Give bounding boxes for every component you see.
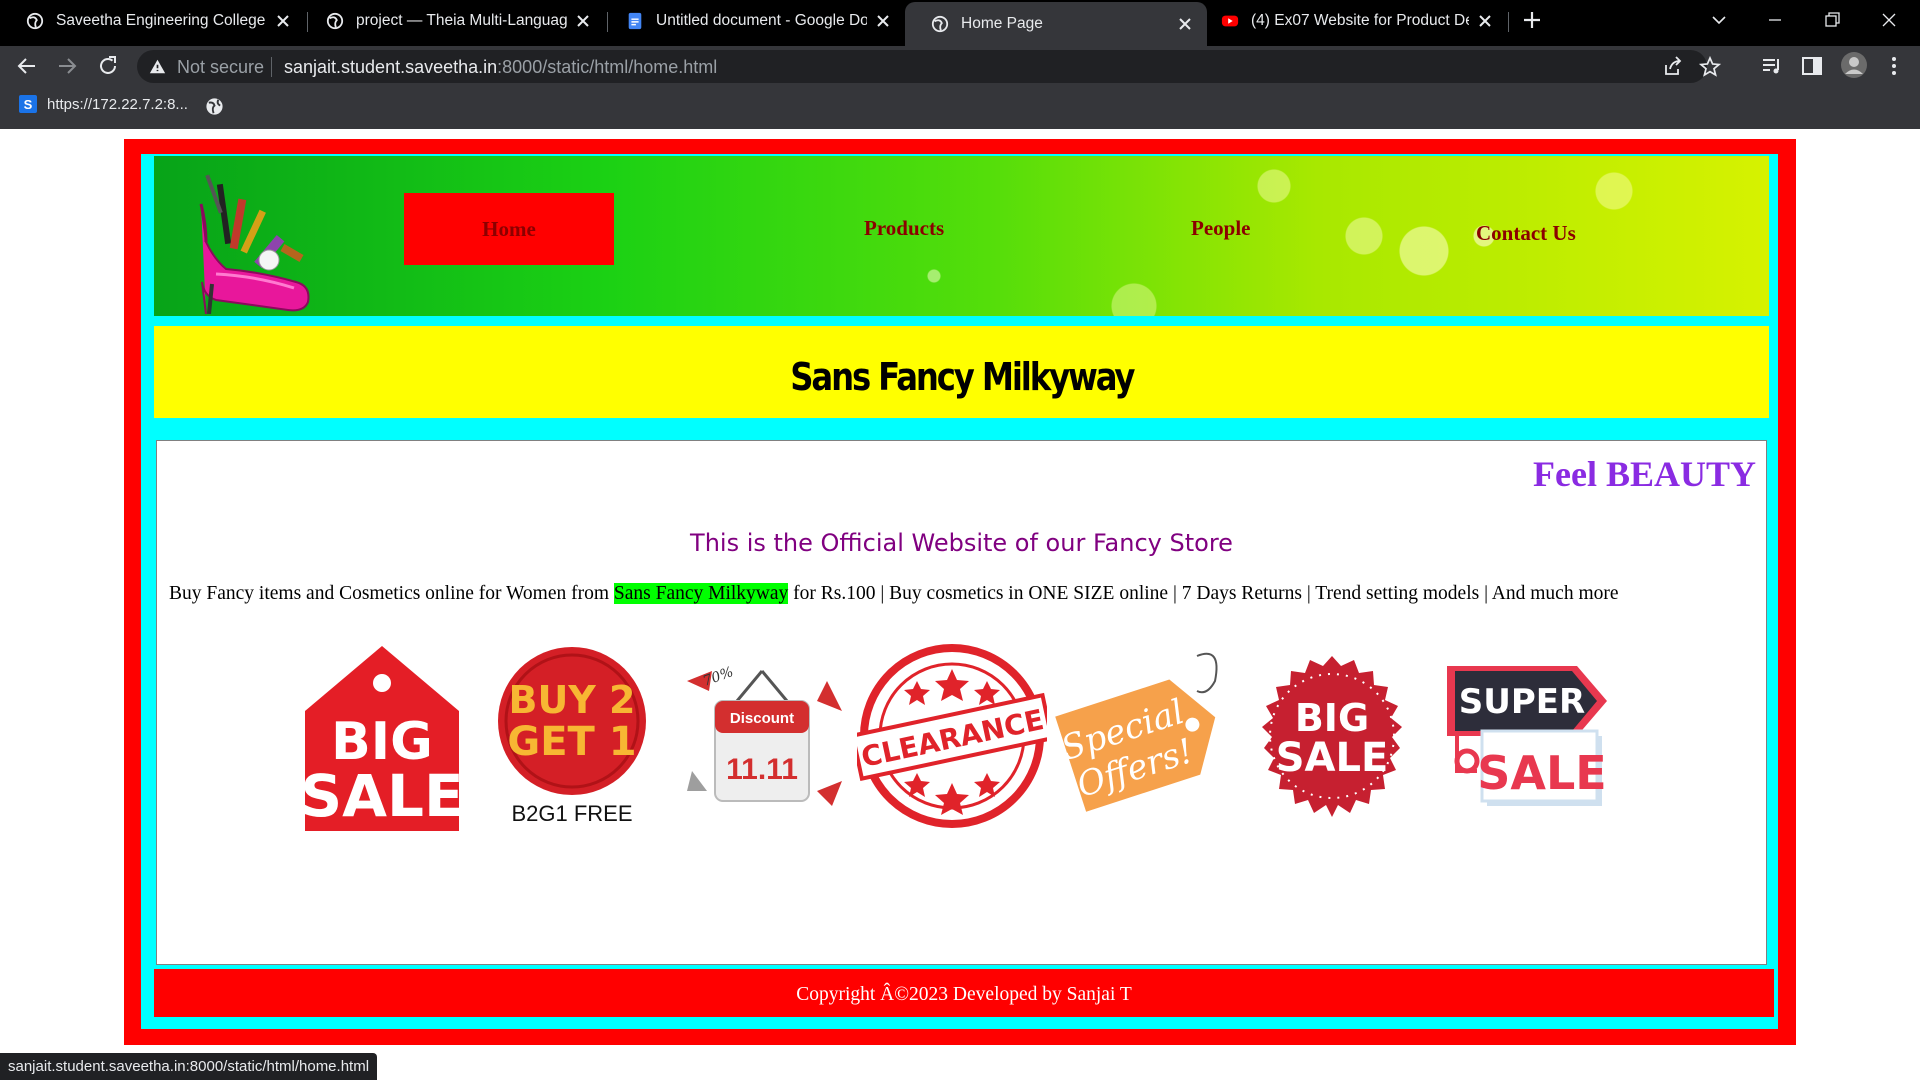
tab-divider xyxy=(1508,12,1509,32)
big-sale-seal-badge: BIG SALE xyxy=(1262,656,1402,817)
not-secure-label[interactable]: Not secure xyxy=(177,57,264,78)
url-host: sanjait.student.saveetha.in xyxy=(284,57,498,77)
profile-avatar-icon[interactable] xyxy=(1840,51,1868,79)
site-title-band: Sans Fancy Milkyway xyxy=(154,326,1769,418)
bookmark-item[interactable]: S https://172.22.7.2:8... xyxy=(19,95,188,113)
buy2-line-1: BUY 2 xyxy=(508,678,635,722)
tab-search-chevron-icon[interactable] xyxy=(1707,8,1731,32)
restore-icon[interactable] xyxy=(1820,8,1844,32)
big-sale-word-2: SALE xyxy=(300,762,463,830)
site-footer: Copyright Â©2023 Developed by Sanjai T xyxy=(154,969,1774,1017)
kebab-menu-icon[interactable] xyxy=(1882,54,1906,78)
tab-title: Untitled document - Google Docs xyxy=(656,12,867,29)
tab-title: Home Page xyxy=(961,15,1043,32)
tab-google-docs[interactable]: Untitled document - Google Docs xyxy=(600,0,905,42)
tagline-marquee: Feel BEAUTY xyxy=(1533,454,1756,494)
nav-products[interactable]: Products xyxy=(864,216,944,241)
share-icon[interactable] xyxy=(1661,55,1685,79)
browser-toolbar: Not secure sanjait.student.saveetha.in:8… xyxy=(0,46,1920,86)
desc-text-start: Buy Fancy items and Cosmetics online for… xyxy=(169,583,614,604)
site-header: Home Products People Contact Us xyxy=(154,156,1769,316)
warning-triangle-icon[interactable] xyxy=(149,58,166,75)
main-content: Feel BEAUTY This is the Official Website… xyxy=(156,440,1767,965)
seal-word-1: BIG xyxy=(1295,696,1369,740)
buy2-caption: B2G1 FREE xyxy=(511,801,632,826)
high-heel-cosmetics-logo-icon xyxy=(199,174,310,314)
close-icon[interactable] xyxy=(575,13,591,29)
discount-percent: 70% xyxy=(701,664,736,690)
tab-youtube[interactable]: (4) Ex07 Website for Product Dev xyxy=(1207,0,1507,42)
reload-icon[interactable] xyxy=(96,54,120,78)
url-path: :8000/static/html/home.html xyxy=(497,57,718,77)
web-page: Home Products People Contact Us Sans Fan… xyxy=(0,129,1920,1080)
close-icon[interactable] xyxy=(875,13,891,29)
discount-date: 11.11 xyxy=(726,753,798,786)
globe-bookmark-icon[interactable] xyxy=(205,97,224,116)
side-panel-icon[interactable] xyxy=(1800,54,1824,78)
discount-calendar-badge: 70% Discount 11.11 xyxy=(687,664,842,806)
close-icon[interactable] xyxy=(1177,16,1193,32)
nav-home-label: Home xyxy=(482,216,536,241)
clearance-stamp-badge: CLEARANCE xyxy=(857,644,1047,828)
super-sale-word-1: SUPER xyxy=(1459,682,1585,722)
address-bar[interactable]: Not secure sanjait.student.saveetha.in:8… xyxy=(137,50,1722,83)
site-title: Sans Fancy Milkyway xyxy=(789,355,1135,399)
offer-badges: BIG SALE BUY 2 GET 1 B2G1 FREE 70% Disco… xyxy=(157,641,1766,841)
store-name-highlight: Sans Fancy Milkyway xyxy=(613,583,789,604)
outer-red-frame: Home Products People Contact Us Sans Fan… xyxy=(124,139,1796,1045)
bookmark-label: https://172.22.7.2:8... xyxy=(47,95,188,113)
back-arrow-icon[interactable] xyxy=(15,54,39,78)
omnibox-divider xyxy=(271,57,272,77)
discount-label: Discount xyxy=(730,710,794,727)
window-close-icon[interactable] xyxy=(1877,8,1901,32)
tab-home-page[interactable]: Home Page xyxy=(905,2,1207,46)
nav-contact-us[interactable]: Contact Us xyxy=(1476,221,1576,246)
store-description: Buy Fancy items and Cosmetics online for… xyxy=(169,583,1619,605)
close-icon[interactable] xyxy=(275,13,291,29)
desc-text-end: for Rs.100 | Buy cosmetics in ONE SIZE o… xyxy=(788,583,1619,604)
bookmarks-bar: S https://172.22.7.2:8... xyxy=(0,86,1920,129)
nav-home[interactable]: Home xyxy=(404,193,614,265)
status-bar-url: sanjait.student.saveetha.in:8000/static/… xyxy=(0,1053,378,1080)
browser-tab-bar: Saveetha Engineering College project — T… xyxy=(0,0,1920,46)
globe-icon xyxy=(26,12,44,30)
media-control-icon[interactable] xyxy=(1760,54,1784,78)
buy2-get1-badge: BUY 2 GET 1 B2G1 FREE xyxy=(498,647,646,826)
google-docs-icon xyxy=(628,12,642,30)
buy2-line-2: GET 1 xyxy=(507,719,636,765)
close-icon[interactable] xyxy=(1477,13,1493,29)
youtube-icon xyxy=(1221,15,1239,27)
tab-title: (4) Ex07 Website for Product Dev xyxy=(1251,12,1469,29)
forward-arrow-icon[interactable] xyxy=(55,54,79,78)
tab-title: Saveetha Engineering College xyxy=(56,12,266,29)
globe-icon xyxy=(931,15,949,33)
big-sale-tag-badge: BIG SALE xyxy=(300,646,464,831)
official-heading: This is the Official Website of our Fanc… xyxy=(690,529,1233,557)
seal-word-2: SALE xyxy=(1276,735,1389,781)
super-sale-badge: SUPER SALE xyxy=(1447,666,1607,806)
special-offers-tag-badge: Special Offers! xyxy=(1055,652,1218,812)
minimize-icon[interactable] xyxy=(1763,8,1787,32)
copyright-text: Copyright Â©2023 Developed by Sanjai T xyxy=(796,983,1132,1005)
tab-title: project — Theia Multi-Language xyxy=(356,12,567,29)
star-bookmark-icon[interactable] xyxy=(1698,55,1722,79)
new-tab-plus-icon[interactable] xyxy=(1520,8,1544,32)
url-text[interactable]: sanjait.student.saveetha.in:8000/static/… xyxy=(284,57,717,78)
site-s-icon: S xyxy=(19,95,37,113)
inner-cyan-frame: Home Products People Contact Us Sans Fan… xyxy=(141,154,1778,1029)
nav-people[interactable]: People xyxy=(1191,216,1250,241)
globe-icon xyxy=(326,12,344,30)
super-sale-word-2: SALE xyxy=(1477,746,1606,800)
tab-saveetha[interactable]: Saveetha Engineering College xyxy=(0,0,305,42)
tab-theia[interactable]: project — Theia Multi-Language xyxy=(300,0,605,42)
